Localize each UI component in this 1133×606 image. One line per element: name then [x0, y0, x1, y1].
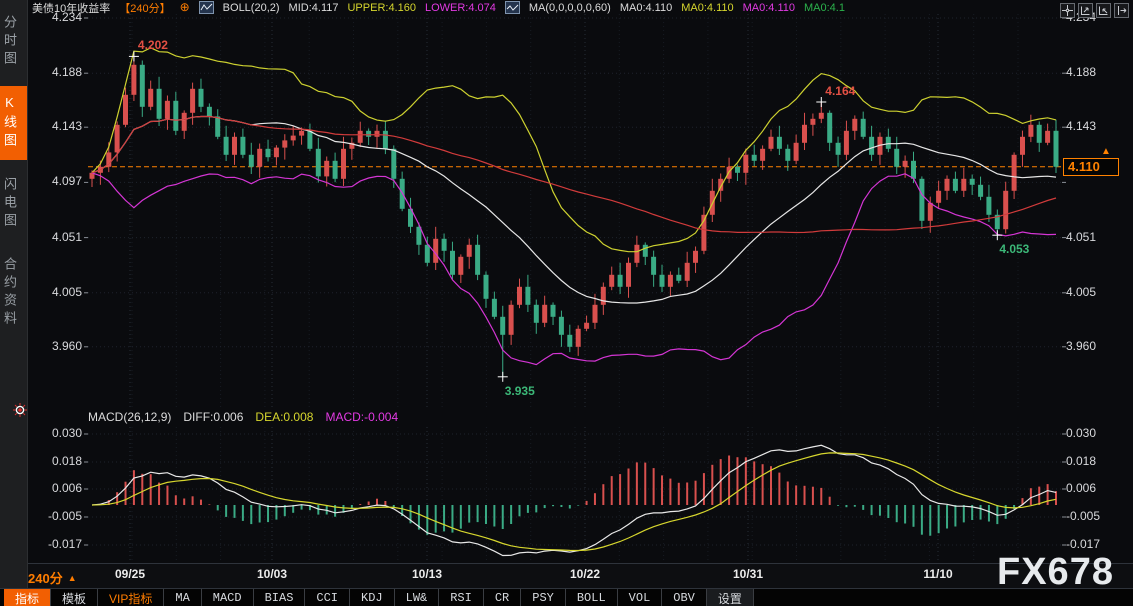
sidebar: 分时图 K线图闪电图合约资料	[0, 0, 28, 588]
toolbar-tab-15[interactable]: 设置	[707, 589, 754, 606]
timeframe-value: 240分	[28, 568, 63, 587]
boll-mid-value: MID:4.117	[289, 2, 339, 14]
toolbar-tab-0[interactable]: 指标	[4, 589, 51, 606]
current-price-value: 4.110	[1068, 159, 1100, 174]
toolbar-tab-14[interactable]: OBV	[662, 589, 707, 606]
toolbar-tab-2[interactable]: VIP指标	[98, 589, 164, 606]
bottom-toolbar: 指标模板VIP指标MAMACDBIASCCIKDJLW&RSICRPSYBOLL…	[0, 588, 1133, 606]
toolbar-tab-7[interactable]: KDJ	[350, 589, 395, 606]
ma-label: MA(0,0,0,0,0,60)	[529, 2, 611, 14]
watermark: FX678	[997, 551, 1114, 594]
toolbar-tab-10[interactable]: CR	[484, 589, 521, 606]
current-price-tag: 4.110	[1063, 158, 1119, 176]
toolbar-tab-9[interactable]: RSI	[439, 589, 484, 606]
toolbar-tab-1[interactable]: 模板	[51, 589, 98, 606]
ma-value-1: MA0:4.110	[620, 2, 672, 14]
instrument-title: 美债10年收益率	[32, 0, 110, 16]
macd-label: MACD(26,12,9)	[88, 410, 171, 424]
sidebar-item-1[interactable]: K线图	[0, 86, 27, 160]
ma-value-2: MA0:4.110	[681, 2, 733, 14]
add-indicator-icon[interactable]: ⊕	[180, 2, 190, 13]
toolbar-tab-8[interactable]: LW&	[395, 589, 440, 606]
timeframe-label[interactable]: 【240分】	[119, 0, 170, 16]
trading-chart-app: 分时图 K线图闪电图合约资料 美债10年收益率 【240分】 ⊕ BOLL(20,…	[0, 0, 1133, 606]
boll-indicator-icon[interactable]	[199, 1, 214, 14]
crosshair-icon[interactable]	[1060, 3, 1075, 18]
toolbar-tab-5[interactable]: BIAS	[254, 589, 306, 606]
toolbar-tab-6[interactable]: CCI	[305, 589, 350, 606]
price-up-arrow-icon: ▲	[1101, 146, 1111, 157]
zoom-out-chart-icon[interactable]	[1078, 3, 1093, 18]
chart-header: 美债10年收益率 【240分】 ⊕ BOLL(20,2) MID:4.117 U…	[32, 0, 1133, 15]
boll-upper-value: UPPER:4.160	[347, 2, 415, 14]
ma-value-3: MA0:4.110	[743, 2, 795, 14]
sidebar-item-0[interactable]: 分时图	[0, 6, 27, 78]
macd-macd-value: MACD:-0.004	[325, 410, 398, 424]
chart-controls	[1060, 3, 1129, 18]
macd-diff-value: DIFF:0.006	[183, 410, 243, 424]
ma-value-4: MA0:4.1	[804, 2, 845, 14]
toolbar-tab-4[interactable]: MACD	[202, 589, 254, 606]
zoom-in-chart-icon[interactable]	[1096, 3, 1111, 18]
sidebar-item-2[interactable]: 闪电图	[0, 168, 27, 240]
toolbar-tab-3[interactable]: MA	[164, 589, 201, 606]
macd-dea-value: DEA:0.008	[255, 410, 313, 424]
timeframe-arrow-icon: ▲	[68, 573, 77, 583]
boll-label: BOLL(20,2)	[223, 2, 280, 14]
toolbar-tab-12[interactable]: BOLL	[566, 589, 618, 606]
toolbar-tab-11[interactable]: PSY	[521, 589, 566, 606]
toolbar-tab-13[interactable]: VOL	[618, 589, 663, 606]
macd-header: MACD(26,12,9) DIFF:0.006 DEA:0.008 MACD:…	[88, 410, 398, 424]
chart-canvas[interactable]	[0, 0, 1133, 606]
live-indicator-icon[interactable]	[13, 403, 27, 417]
shift-right-icon[interactable]	[1114, 3, 1129, 18]
timeframe-selector[interactable]: 240分 ▲	[28, 568, 77, 587]
ma-indicator-icon[interactable]	[505, 1, 520, 14]
sidebar-item-3[interactable]: 合约资料	[0, 248, 27, 338]
boll-lower-value: LOWER:4.074	[425, 2, 496, 14]
date-axis[interactable]	[0, 563, 1133, 589]
